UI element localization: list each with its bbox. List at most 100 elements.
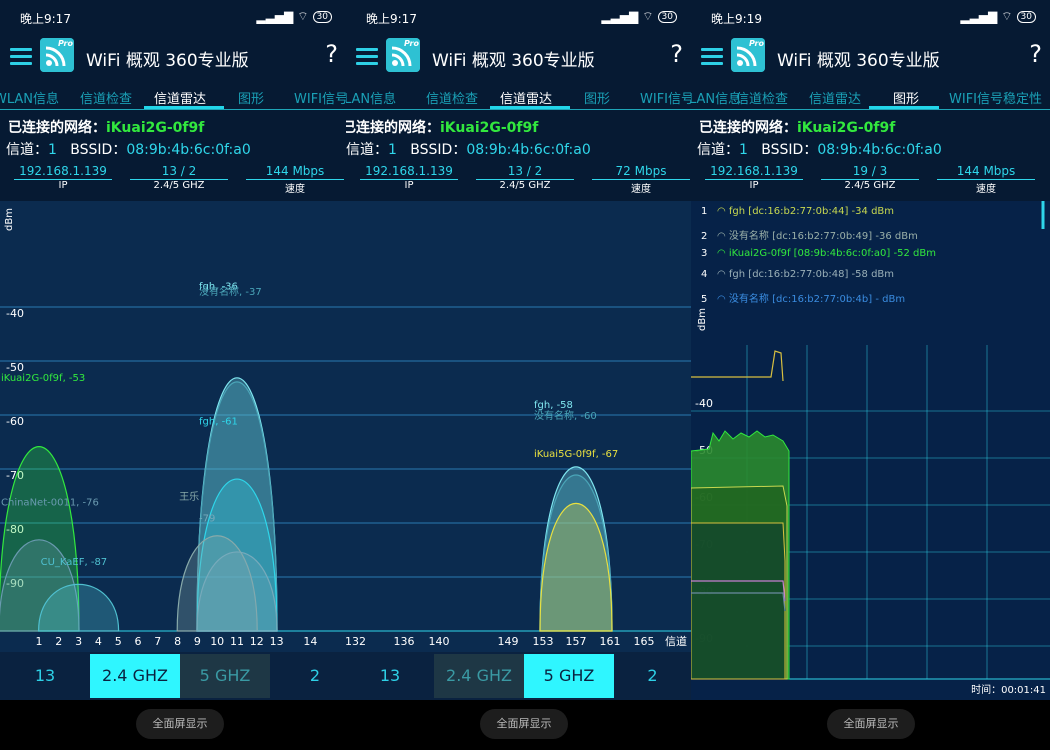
radar-24-svg: dBm-40-50-60-70-80-901 2 3 4 5 6 7 8 9 10 11 12 13 14…: [0, 208, 346, 648]
menu-icon[interactable]: [10, 48, 32, 65]
tab-wlan-info[interactable]: WLAN信息: [0, 88, 59, 107]
x-tick-label: 140: [429, 635, 450, 648]
radar-5-svg: 信132 136 140 149 153 157 161 165 信道 fgh, -58没有名称,…: [346, 306, 691, 648]
legend-item[interactable]: 2 ◠ 没有名称 [dc:16:b2:77:0b:49] -36 dBm: [701, 227, 918, 242]
pro-badge: Pro: [748, 39, 764, 48]
channel-radar-5-panel: 晚上9:17 ▂▃▅▇ ⌔ 30 Pro WiFi 概观 360专业版 ? LA…: [346, 0, 691, 750]
band-selector: 13 2.4 GHZ 5 GHZ 2: [346, 652, 691, 700]
menu-icon[interactable]: [356, 48, 378, 65]
x-tick-label: 13: [270, 635, 284, 648]
count-24[interactable]: 13: [0, 654, 90, 698]
wifi-icon: ⌔: [297, 9, 309, 23]
signal-label: fgh, -58: [534, 400, 573, 411]
signal-trace: [691, 522, 786, 680]
ip-stat: 192.168.1.139 IP: [360, 164, 458, 191]
status-icons: ▂▃▅▇ ⌔ 30: [256, 9, 332, 24]
signal-label: 王乐: [179, 491, 199, 503]
wifi-icon: ◠: [717, 269, 729, 280]
status-time: 晚上9:17: [20, 12, 71, 26]
tab-graph[interactable]: 图形: [893, 88, 919, 107]
x-tick-label: 4: [95, 635, 102, 648]
signal-label: iKuai2G-0f9f, -53: [1, 373, 85, 384]
help-icon[interactable]: ?: [325, 40, 338, 68]
wifi-icon: ◠: [717, 248, 729, 259]
network-label: 已连接的网络：: [699, 120, 797, 136]
band-24-button[interactable]: 2.4 GHZ: [434, 654, 524, 698]
count-5[interactable]: 2: [270, 654, 346, 698]
app-title: WiFi 概观 360专业版: [86, 51, 249, 71]
active-tab-indicator: [490, 106, 570, 109]
channel-radar-24-panel: 晚上9:17 ▂▃▅▇ ⌔ 30 Pro WiFi 概观 360专业版 ? WL…: [0, 0, 346, 750]
tab-wlan-info[interactable]: LAN信息: [346, 88, 396, 107]
y-axis-label: dBm: [4, 208, 15, 231]
tab-graph[interactable]: 图形: [584, 88, 610, 107]
battery-icon: 30: [312, 10, 332, 23]
app-bar: Pro WiFi 概观 360专业版 ?: [346, 34, 691, 80]
bssid-label: BSSID：: [761, 142, 818, 158]
status-icons: ▂▃▅▇ ⌔ 30: [960, 9, 1036, 24]
count-24[interactable]: 13: [346, 654, 434, 698]
tab-channel-check[interactable]: 信道检查: [736, 88, 788, 107]
app-logo: Pro: [731, 38, 765, 72]
signal-icon: ▂▃▅▇: [960, 9, 998, 24]
network-name: iKuai2G-0f9f: [440, 120, 539, 136]
speed-stat: 72 Mbps 速度: [592, 164, 690, 195]
app-logo: Pro: [386, 38, 420, 72]
x-tick-label: 12: [250, 635, 264, 648]
tab-channel-radar[interactable]: 信道雷达: [500, 88, 552, 107]
tab-signal-stability[interactable]: WIFI信号稳: [294, 88, 346, 107]
fullscreen-button[interactable]: 全面屏显示: [136, 709, 224, 739]
legend-item[interactable]: 4 ◠ fgh [dc:16:b2:77:0b:48] -58 dBm: [701, 269, 894, 280]
status-icons: ▂▃▅▇ ⌔ 30: [601, 9, 677, 24]
legend-item[interactable]: 3 ◠ iKuai2G-0f9f [08:9b:4b:6c:0f:a0] -52 …: [701, 248, 936, 259]
fullscreen-button[interactable]: 全面屏显示: [827, 709, 915, 739]
tab-signal-stability[interactable]: WIFI信号稳: [640, 88, 691, 107]
x-tick-label: 2: [55, 635, 62, 648]
tab-channel-check[interactable]: 信道检查: [80, 88, 132, 107]
band-5-button[interactable]: 5 GHZ: [180, 654, 270, 698]
legend-item[interactable]: 1 ◠ fgh [dc:16:b2:77:0b:44] -34 dBm: [701, 206, 894, 217]
network-label: 已连接的网络：: [8, 120, 106, 136]
y-tick-label: -50: [6, 361, 24, 374]
app-bar: Pro WiFi 概观 360专业版 ?: [0, 34, 346, 80]
status-time: 晚上9:19: [711, 12, 762, 26]
wifi-icon: ◠: [717, 231, 729, 242]
count-5[interactable]: 2: [614, 654, 691, 698]
tab-wlan-info[interactable]: LAN信息: [691, 88, 741, 107]
band-24-button[interactable]: 2.4 GHZ: [90, 654, 180, 698]
x-tick-label: 7: [154, 635, 161, 648]
x-tick-label: 6: [135, 635, 142, 648]
tab-bar: LAN信息 信道检查 信道雷达 图形 WIFI信号稳定性: [691, 82, 1050, 110]
tab-bar: LAN信息 信道检查 信道雷达 图形 WIFI信号稳: [346, 82, 691, 110]
x-tick-label: 信132: [346, 635, 366, 648]
status-bar: 晚上9:17 ▂▃▅▇ ⌔ 30: [0, 0, 346, 34]
ip-stat: 192.168.1.139 IP: [705, 164, 803, 191]
network-name: iKuai2G-0f9f: [106, 120, 205, 136]
band-stat: 19 / 3 2.4/5 GHZ: [821, 164, 919, 191]
graph-panel: 晚上9:19 ▂▃▅▇ ⌔ 30 Pro WiFi 概观 360专业版 ? LA…: [691, 0, 1050, 750]
menu-icon[interactable]: [701, 48, 723, 65]
help-icon[interactable]: ?: [1029, 40, 1042, 68]
band-5-button[interactable]: 5 GHZ: [524, 654, 614, 698]
x-tick-label: 10: [210, 635, 224, 648]
tab-graph[interactable]: 图形: [238, 88, 264, 107]
y-tick-label: -60: [6, 415, 24, 428]
tab-channel-radar[interactable]: 信道雷达: [809, 88, 861, 107]
tab-signal-stability[interactable]: WIFI信号稳定性: [949, 88, 1042, 107]
bssid-value: 08:9b:4b:6c:0f:a0: [817, 142, 942, 158]
x-tick-label: 165: [634, 635, 655, 648]
x-tick-label: 161: [600, 635, 621, 648]
pro-badge: Pro: [57, 39, 73, 48]
help-icon[interactable]: ?: [670, 40, 683, 68]
x-tick-label: 149: [498, 635, 519, 648]
connection-info: 已连接的网络：iKuai2G-0f9f 信道：1 BSSID：08:9b:4b:…: [691, 111, 1050, 201]
channel-value: 1: [48, 142, 57, 158]
bssid-label: BSSID：: [70, 142, 127, 158]
tab-channel-radar[interactable]: 信道雷达: [154, 88, 206, 107]
nav-footer: 全面屏显示: [346, 700, 691, 750]
tab-channel-check[interactable]: 信道检查: [426, 88, 478, 107]
channel-radar-chart: dBm -40 -50 -60 -70 -80 -90 1 2 3 4 5 6 7 8 9 10 11 12 13 14…: [0, 201, 346, 652]
fullscreen-button[interactable]: 全面屏显示: [480, 709, 568, 739]
legend-item[interactable]: 5 ◠ 没有名称 [dc:16:b2:77:0b:4b] - dBm: [701, 290, 905, 305]
wifi-icon: ⌔: [1001, 9, 1013, 23]
